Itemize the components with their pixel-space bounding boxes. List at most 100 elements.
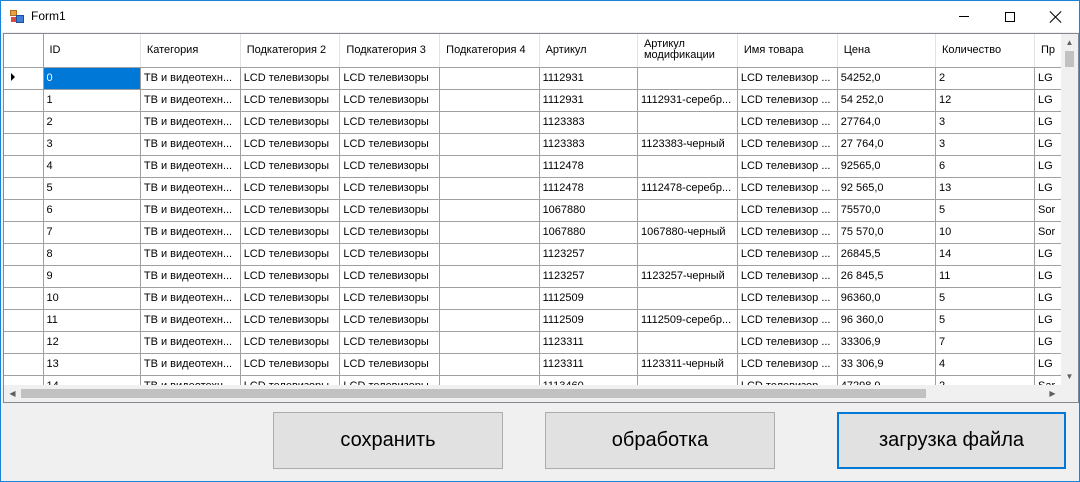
column-header[interactable]: ID <box>43 34 141 68</box>
row-header[interactable] <box>4 353 44 376</box>
minimize-button[interactable] <box>941 1 987 32</box>
table-cell[interactable]: ТВ и видеотехн... <box>140 177 241 200</box>
row-header[interactable] <box>4 309 44 332</box>
table-cell[interactable]: LCD телевизоры <box>240 221 341 244</box>
table-cell[interactable]: ТВ и видеотехн... <box>140 243 241 266</box>
table-cell[interactable]: 1067880-черный <box>637 221 738 244</box>
table-cell[interactable]: LG <box>1034 243 1065 266</box>
column-header[interactable]: Артикул <box>539 34 638 68</box>
table-cell[interactable]: 5 <box>43 177 141 200</box>
table-cell[interactable] <box>439 199 540 222</box>
table-cell[interactable]: 1123383 <box>539 111 638 134</box>
table-row[interactable]: 12 ТВ и видеотехн... LCD телевизоры LCD тел… <box>4 331 1078 354</box>
table-cell[interactable]: 3 <box>935 111 1036 134</box>
table-cell[interactable]: LCD телевизоры <box>339 67 441 90</box>
row-header[interactable] <box>4 331 44 354</box>
table-cell[interactable]: ТВ и видеотехн... <box>140 309 241 332</box>
vertical-scrollbar[interactable]: ▲ ▼ <box>1061 34 1078 385</box>
table-cell[interactable]: 12 <box>43 331 141 354</box>
table-cell[interactable]: LCD телевизор ... <box>737 331 838 354</box>
table-cell[interactable]: 5 <box>935 287 1036 310</box>
table-cell[interactable]: LCD телевизоры <box>339 287 441 310</box>
table-cell[interactable]: LG <box>1034 89 1065 112</box>
table-cell[interactable] <box>637 287 738 310</box>
table-row[interactable]: 11 ТВ и видеотехн... LCD телевизоры LCD тел… <box>4 309 1078 332</box>
row-header[interactable] <box>4 243 44 266</box>
table-cell[interactable]: LCD телевизор ... <box>737 265 838 288</box>
load-file-button[interactable]: загрузка файла <box>837 412 1066 469</box>
table-cell[interactable]: 1112478 <box>539 155 638 178</box>
table-cell[interactable] <box>439 287 540 310</box>
table-row[interactable]: 2 ТВ и видеотехн... LCD телевизоры LCD теле… <box>4 111 1078 134</box>
table-cell[interactable]: 3 <box>935 133 1036 156</box>
table-row[interactable]: 7 ТВ и видеотехн... LCD телевизоры LCD теле… <box>4 221 1078 244</box>
table-cell[interactable] <box>439 133 540 156</box>
table-cell[interactable]: LCD телевизоры <box>339 221 441 244</box>
table-cell[interactable]: LG <box>1034 309 1065 332</box>
table-cell[interactable] <box>439 265 540 288</box>
title-bar[interactable]: Form1 <box>1 1 1079 32</box>
table-cell[interactable]: ТВ и видеотехн... <box>140 111 241 134</box>
table-cell[interactable]: 96 360,0 <box>837 309 936 332</box>
table-cell[interactable]: 1112509 <box>539 309 638 332</box>
save-button[interactable]: сохранить <box>273 412 503 469</box>
column-header[interactable]: Артикул модификации <box>637 34 738 68</box>
table-cell[interactable]: ТВ и видеотехн... <box>140 67 241 90</box>
table-cell[interactable] <box>439 177 540 200</box>
table-row[interactable]: 8 ТВ и видеотехн... LCD телевизоры LCD теле… <box>4 243 1078 266</box>
table-cell[interactable]: LG <box>1034 133 1065 156</box>
table-cell[interactable]: LCD телевизоры <box>240 89 341 112</box>
column-header[interactable]: Категория <box>140 34 241 68</box>
row-header[interactable] <box>4 221 44 244</box>
table-cell[interactable] <box>439 309 540 332</box>
table-cell[interactable]: 1112931 <box>539 89 638 112</box>
table-cell[interactable]: 1112509 <box>539 287 638 310</box>
table-cell[interactable]: 1 <box>43 89 141 112</box>
table-cell[interactable]: LCD телевизоры <box>339 177 441 200</box>
table-cell[interactable]: 3 <box>43 133 141 156</box>
table-cell[interactable] <box>439 111 540 134</box>
table-cell[interactable] <box>637 331 738 354</box>
table-cell[interactable]: 27764,0 <box>837 111 936 134</box>
table-row[interactable]: 3 ТВ и видеотехн... LCD телевизоры LCD теле… <box>4 133 1078 156</box>
table-cell[interactable]: ТВ и видеотехн... <box>140 155 241 178</box>
table-cell[interactable]: LCD телевизоры <box>240 353 341 376</box>
table-cell[interactable]: LG <box>1034 353 1065 376</box>
table-cell[interactable] <box>637 67 738 90</box>
table-cell[interactable]: ТВ и видеотехн... <box>140 287 241 310</box>
table-cell[interactable]: 9 <box>43 265 141 288</box>
table-cell[interactable]: 54 252,0 <box>837 89 936 112</box>
table-cell[interactable]: 1123311 <box>539 331 638 354</box>
table-cell[interactable]: LCD телевизор ... <box>737 177 838 200</box>
table-cell[interactable]: LCD телевизоры <box>339 89 441 112</box>
table-cell[interactable]: ТВ и видеотехн... <box>140 353 241 376</box>
table-cell[interactable]: LCD телевизоры <box>240 133 341 156</box>
table-cell[interactable]: LCD телевизор ... <box>737 353 838 376</box>
table-cell[interactable]: LCD телевизоры <box>339 199 441 222</box>
table-row[interactable]: 13 ТВ и видеотехн... LCD телевизоры LCD тел… <box>4 353 1078 376</box>
table-cell[interactable]: 7 <box>43 221 141 244</box>
row-header[interactable] <box>4 111 44 134</box>
table-cell[interactable]: LCD телевизоры <box>339 133 441 156</box>
table-cell[interactable]: 27 764,0 <box>837 133 936 156</box>
table-cell[interactable] <box>439 221 540 244</box>
table-row[interactable]: 9 ТВ и видеотехн... LCD телевизоры LCD теле… <box>4 265 1078 288</box>
table-cell[interactable]: LCD телевизор ... <box>737 89 838 112</box>
table-cell[interactable] <box>637 199 738 222</box>
table-cell[interactable]: 75570,0 <box>837 199 936 222</box>
table-cell[interactable]: ТВ и видеотехн... <box>140 221 241 244</box>
table-cell[interactable]: Sor <box>1034 221 1065 244</box>
table-cell[interactable]: LCD телевизоры <box>240 155 341 178</box>
column-header[interactable]: Количество <box>935 34 1036 68</box>
table-cell[interactable] <box>439 155 540 178</box>
table-cell[interactable]: 1112509-серебр... <box>637 309 738 332</box>
table-cell[interactable]: LG <box>1034 67 1065 90</box>
table-cell[interactable]: 26 845,5 <box>837 265 936 288</box>
table-row[interactable]: 0 ТВ и видеотехн... LCD телевизоры LCD теле… <box>4 67 1078 90</box>
table-cell[interactable] <box>439 243 540 266</box>
table-cell[interactable]: 1112931 <box>539 67 638 90</box>
table-cell[interactable]: LCD телевизоры <box>240 265 341 288</box>
table-cell[interactable]: LCD телевизор ... <box>737 309 838 332</box>
table-cell[interactable]: LCD телевизор ... <box>737 243 838 266</box>
table-cell[interactable]: 1112931-серебр... <box>637 89 738 112</box>
